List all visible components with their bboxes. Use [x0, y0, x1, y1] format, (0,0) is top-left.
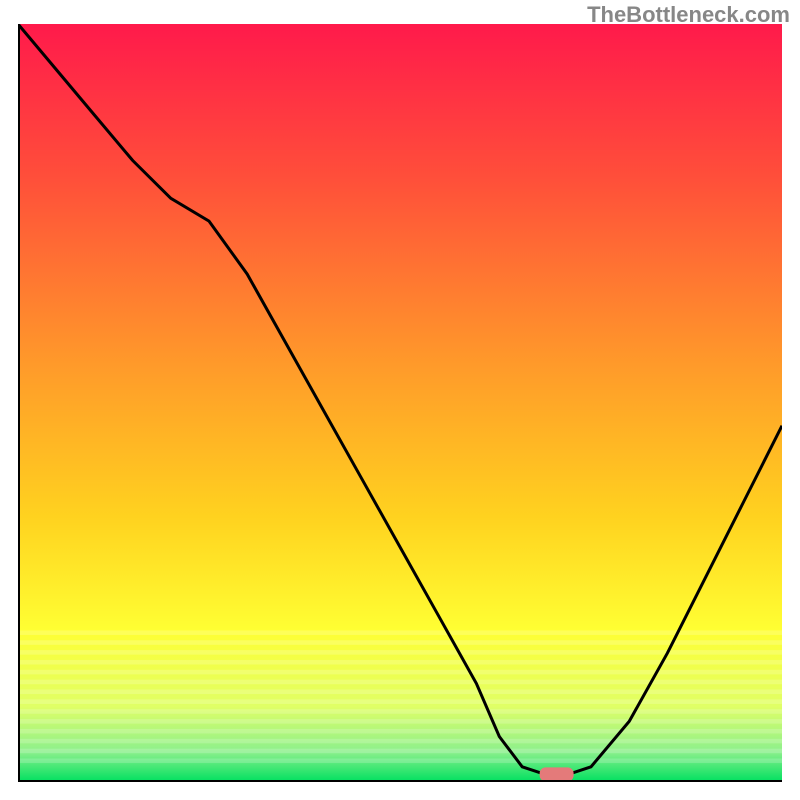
chart-svg: [18, 24, 782, 782]
watermark-text: TheBottleneck.com: [587, 2, 790, 28]
gradient-background: [18, 24, 782, 782]
plot-frame: [18, 24, 782, 782]
optimal-marker: [540, 767, 574, 781]
chart-container: TheBottleneck.com: [0, 0, 800, 800]
